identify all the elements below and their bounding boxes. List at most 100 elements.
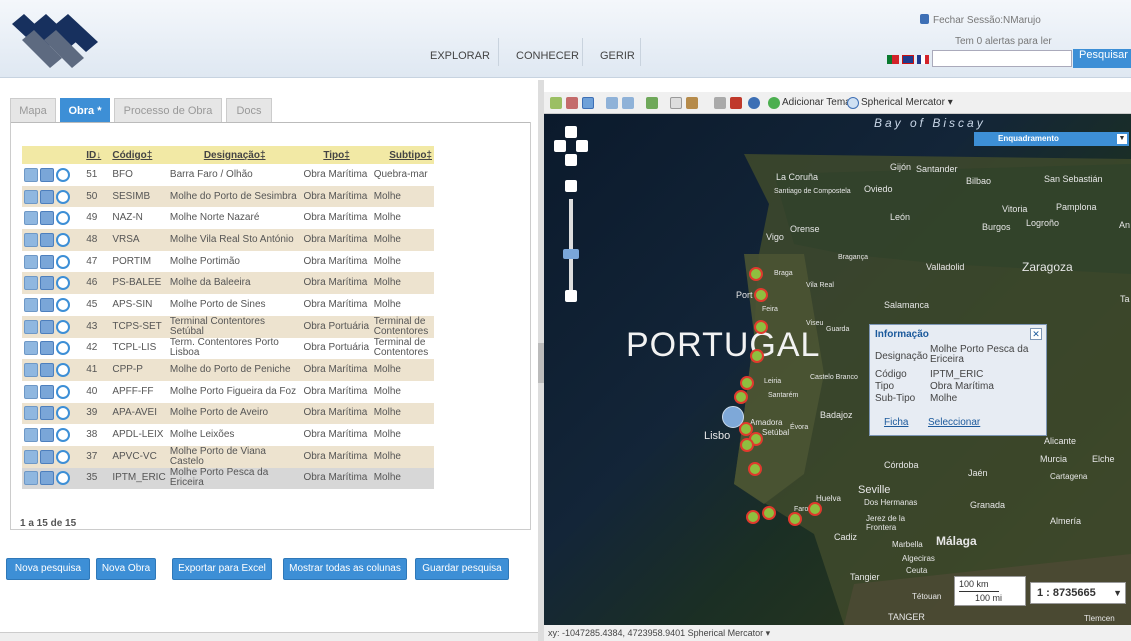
pdf-icon[interactable] [40, 276, 54, 291]
pdf-icon[interactable] [40, 232, 54, 247]
table-row[interactable]: 39 APA-AVEI Molhe Porto de Aveiro Obra Marí… [22, 402, 434, 425]
pan-left-icon[interactable] [554, 140, 566, 152]
globe-icon[interactable] [56, 363, 70, 378]
document-icon[interactable] [24, 319, 38, 334]
measure-icon[interactable] [686, 97, 698, 109]
chevron-down-icon[interactable]: ▼ [1113, 583, 1122, 603]
marker-figueira[interactable] [750, 349, 764, 363]
document-icon[interactable] [24, 363, 38, 378]
save-search-button[interactable]: Guardar pesquisa [415, 558, 509, 580]
pdf-icon[interactable] [40, 449, 54, 464]
select-icon[interactable] [714, 97, 726, 109]
zoom-in-icon[interactable] [565, 180, 577, 192]
globe-icon[interactable] [56, 189, 70, 204]
marker-viana[interactable] [749, 267, 763, 281]
table-row[interactable]: 49 NAZ-N Molhe Norte Nazaré Obra Marítima Mo… [22, 207, 434, 230]
table-row[interactable]: 47 PORTIM Molhe Portimão Obra Marítima Molhe [22, 250, 434, 273]
globe-icon[interactable] [56, 449, 70, 464]
globe-icon[interactable] [56, 254, 70, 269]
document-icon[interactable] [24, 428, 38, 443]
table-row[interactable]: 45 APS-SIN Molhe Porto de Sines Obra Maríti… [22, 294, 434, 316]
pdf-icon[interactable] [40, 471, 54, 486]
globe-icon[interactable] [56, 211, 70, 226]
document-icon[interactable] [24, 232, 38, 247]
pdf-icon[interactable] [40, 428, 54, 443]
tab-obra[interactable]: Obra * [60, 98, 110, 122]
table-row[interactable]: 48 VRSA Molhe Vila Real Sto António Obra Ma… [22, 229, 434, 251]
globe-icon[interactable] [56, 471, 70, 486]
table-row[interactable]: 42 TCPL-LIS Term. Contentores Porto Lisboa… [22, 337, 434, 360]
previous-extent-icon[interactable] [606, 97, 618, 109]
document-icon[interactable] [24, 297, 38, 312]
horizontal-scrollbar[interactable] [0, 632, 538, 641]
pdf-icon[interactable] [40, 254, 54, 269]
nav-conhecer[interactable]: CONHECER [516, 50, 579, 62]
pan-right-icon[interactable] [576, 140, 588, 152]
info-icon[interactable] [748, 97, 760, 109]
logout-link[interactable]: Fechar Sessão:NMarujo [933, 15, 1041, 26]
table-row[interactable]: 38 APDL-LEIX Molhe Leixões Obra Marítima Mol… [22, 424, 434, 446]
pdf-icon[interactable] [40, 319, 54, 334]
marker-faro[interactable] [788, 512, 802, 526]
pdf-icon[interactable] [40, 341, 54, 356]
export-excel-button[interactable]: Exportar para Excel [172, 558, 272, 580]
zoom-out-icon[interactable] [565, 290, 577, 302]
clear-selection-icon[interactable] [730, 97, 742, 109]
ficha-link[interactable]: Ficha [884, 417, 908, 428]
document-icon[interactable] [24, 189, 38, 204]
table-row[interactable]: 51 BFO Barra Faro / Olhão Obra Marítima Queb… [22, 164, 434, 186]
globe-icon[interactable] [56, 232, 70, 247]
header-codigo[interactable]: Código‡ [110, 146, 168, 164]
table-row[interactable]: 43 TCPS-SET Terminal Contentores Setúbal Ob… [22, 315, 434, 338]
tab-docs[interactable]: Docs [226, 98, 272, 122]
document-icon[interactable] [24, 276, 38, 291]
document-icon[interactable] [24, 254, 38, 269]
pdf-icon[interactable] [40, 384, 54, 399]
header-id[interactable]: ID↓ [84, 146, 111, 164]
header-tipo[interactable]: Tipo‡ [301, 146, 372, 164]
flag-pt-icon[interactable] [887, 55, 899, 64]
new-search-button[interactable]: Nova pesquisa [6, 558, 90, 580]
globe-icon[interactable] [56, 341, 70, 356]
marker-leixoes[interactable] [754, 288, 768, 302]
projection-select[interactable]: Spherical Mercator ▾ [861, 97, 953, 108]
flag-uk-icon[interactable] [902, 55, 914, 64]
pdf-icon[interactable] [40, 189, 54, 204]
globe-icon[interactable] [56, 319, 70, 334]
close-icon[interactable]: ✕ [1030, 328, 1042, 340]
scale-ratio-select[interactable]: 1 : 8735665 ▼ [1030, 582, 1126, 604]
marker-portimao[interactable] [762, 506, 776, 520]
show-all-columns-button[interactable]: Mostrar todas as colunas [283, 558, 407, 580]
globe-icon[interactable] [56, 167, 70, 182]
nav-explorar[interactable]: EXPLORAR [430, 50, 490, 62]
pdf-icon[interactable] [40, 211, 54, 226]
new-obra-button[interactable]: Nova Obra [96, 558, 156, 580]
zoom-out-box-icon[interactable] [566, 97, 578, 109]
pan-down-icon[interactable] [565, 154, 577, 166]
search-button[interactable]: Pesquisar [1073, 49, 1131, 68]
globe-icon[interactable] [56, 276, 70, 291]
chevron-down-icon[interactable]: ▼ [1117, 134, 1127, 144]
flag-fr-icon[interactable] [917, 55, 929, 64]
table-row[interactable]: 46 PS-BALEE Molhe da Baleeira Obra Marítima… [22, 272, 434, 295]
map-view[interactable]: Bay of Biscay PORTUGAL La Coruña Santiag… [544, 114, 1131, 625]
document-icon[interactable] [24, 471, 38, 486]
table-row[interactable]: 50 SESIMB Molhe do Porto de Sesimbra Obra M… [22, 185, 434, 208]
header-subtipo[interactable]: Subtipo‡ [371, 146, 434, 164]
document-icon[interactable] [24, 211, 38, 226]
header-designacao[interactable]: Designação‡ [167, 146, 302, 164]
enquadramento-select[interactable]: Enquadramento ▼ [974, 132, 1129, 146]
document-icon[interactable] [24, 384, 38, 399]
full-extent-icon[interactable] [646, 97, 658, 109]
table-row[interactable]: 40 APFF-FF Molhe Porto Figueira da Foz Obra… [22, 380, 434, 403]
zoom-in-box-icon[interactable] [550, 97, 562, 109]
tab-processo-obra[interactable]: Processo de Obra [114, 98, 222, 122]
marker-vrsa[interactable] [808, 502, 822, 516]
globe-icon[interactable] [56, 384, 70, 399]
seleccionar-link[interactable]: Seleccionar [928, 417, 980, 428]
document-icon[interactable] [24, 341, 38, 356]
document-icon[interactable] [24, 449, 38, 464]
pan-icon[interactable] [582, 97, 594, 109]
alerts-text[interactable]: Tem 0 alertas para ler [955, 36, 1052, 47]
globe-icon[interactable] [56, 406, 70, 421]
